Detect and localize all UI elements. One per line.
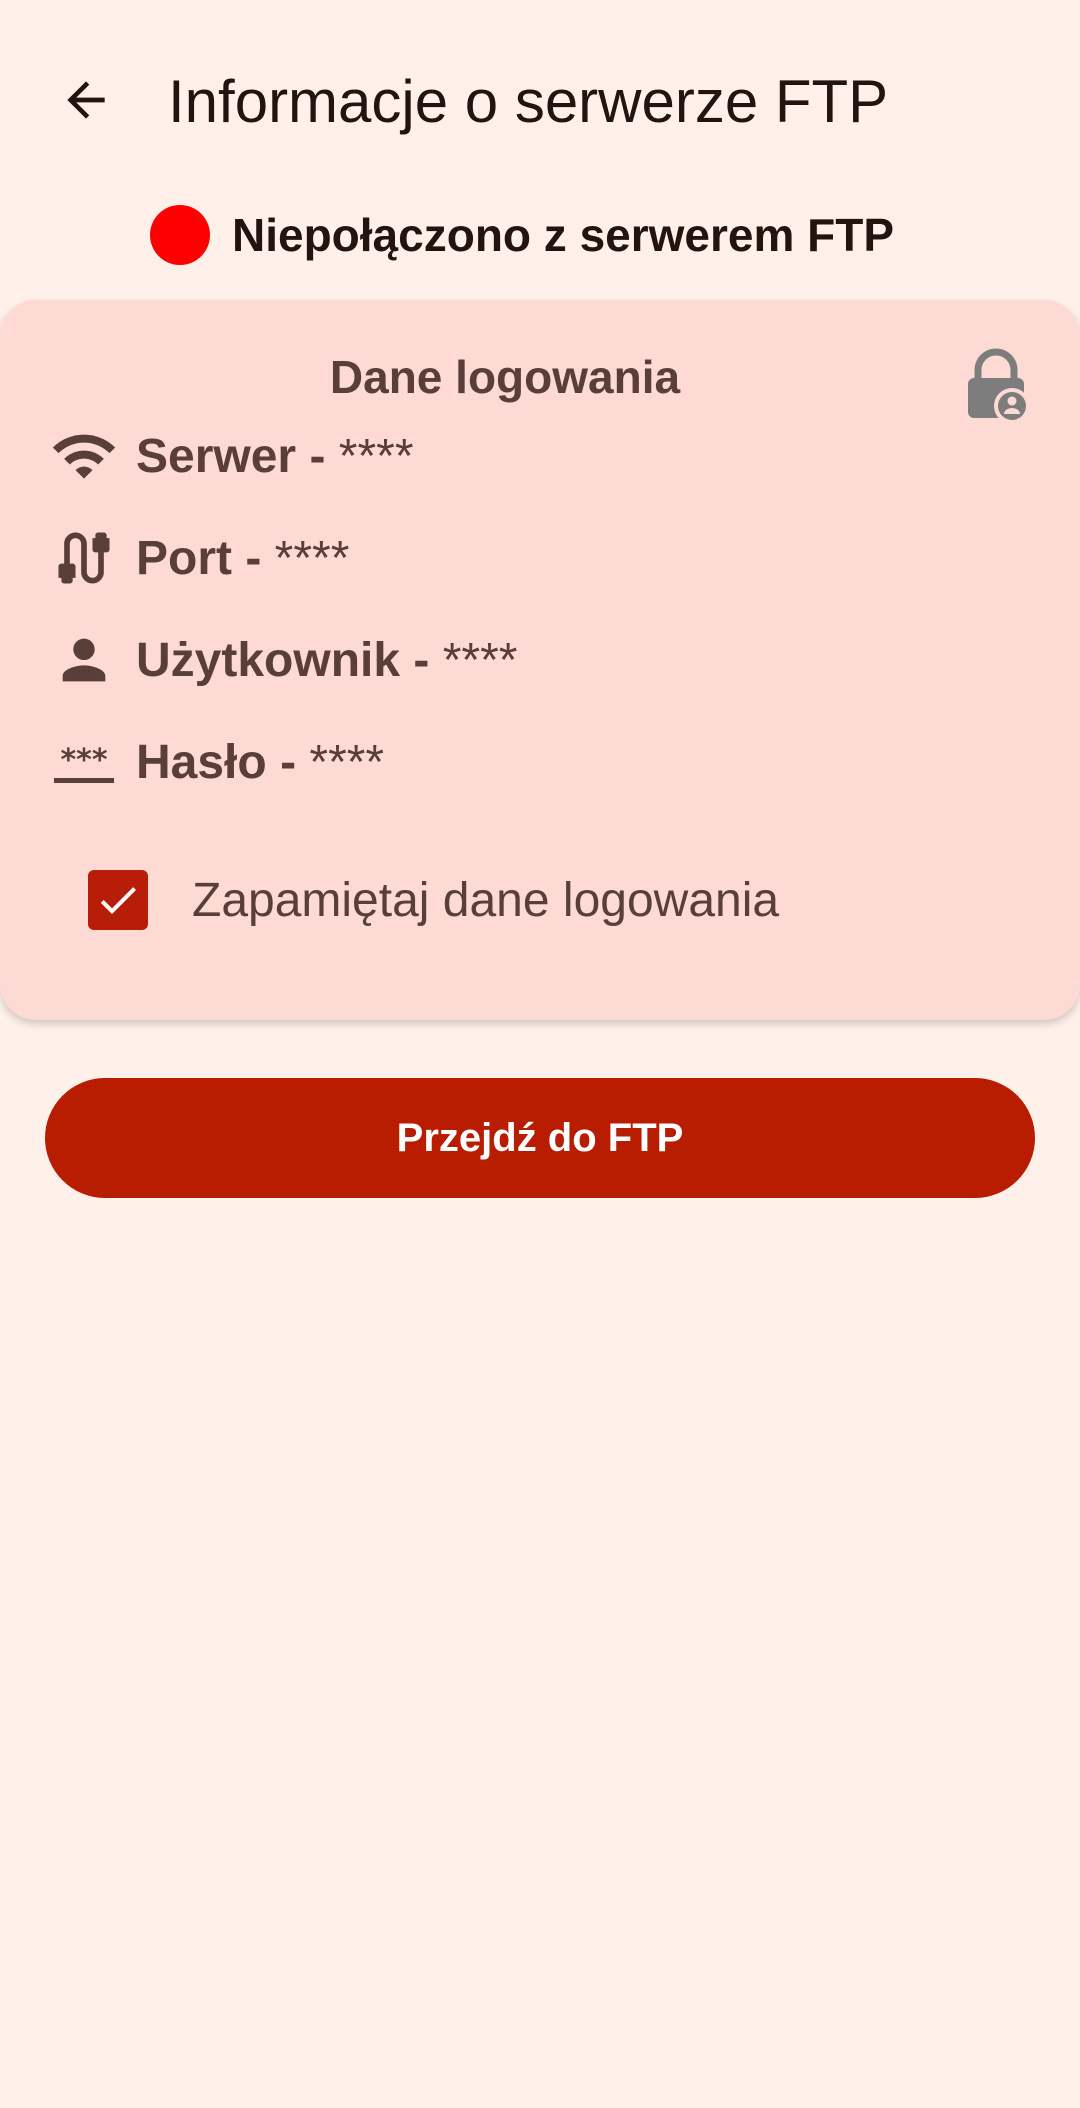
password-value: ****	[309, 735, 385, 789]
server-label: Serwer	[136, 429, 297, 483]
arrow-back-icon	[67, 81, 105, 119]
password-icon: ***	[54, 743, 114, 783]
status-text: Niepołączono z serwerem FTP	[232, 209, 895, 261]
port-row: Port - ****	[48, 522, 349, 594]
checkbox-checked[interactable]	[88, 870, 148, 930]
lock-credentials-button[interactable]	[962, 348, 1030, 424]
password-separator: -	[280, 735, 297, 789]
wifi-icon	[52, 434, 116, 479]
port-separator: -	[245, 531, 262, 585]
person-icon	[62, 638, 106, 682]
port-value: ****	[274, 531, 350, 585]
go-to-ftp-label: Przejdź do FTP	[396, 1115, 684, 1160]
user-label: Użytkownik	[136, 633, 401, 687]
user-value: ****	[442, 633, 518, 687]
remember-credentials-checkbox[interactable]: Zapamiętaj dane logowania	[88, 868, 779, 932]
cable-icon	[58, 532, 110, 584]
server-separator: -	[309, 429, 326, 483]
password-label: Hasło	[136, 735, 267, 789]
go-to-ftp-button[interactable]: Przejdź do FTP	[45, 1078, 1035, 1198]
credentials-card: Dane logowania Serwer - **** Port - ****…	[0, 300, 1080, 1020]
status-indicator-dot	[150, 205, 210, 265]
server-row: Serwer - ****	[48, 420, 414, 492]
server-value: ****	[338, 429, 414, 483]
svg-text:***: ***	[60, 743, 107, 778]
connection-status: Niepołączono z serwerem FTP	[150, 200, 894, 270]
page-title: Informacje o serwerze FTP	[168, 68, 889, 135]
user-separator: -	[413, 633, 430, 687]
port-label: Port	[136, 531, 232, 585]
user-row: Użytkownik - ****	[48, 624, 517, 696]
top-app-bar: Informacje o serwerze FTP	[0, 0, 1080, 200]
lock-person-icon	[968, 348, 1030, 424]
back-button[interactable]	[44, 58, 128, 142]
check-icon	[100, 887, 136, 914]
card-title: Dane logowania	[329, 351, 681, 403]
remember-credentials-label: Zapamiętaj dane logowania	[192, 873, 780, 927]
password-row: *** Hasło - ****	[48, 726, 384, 798]
